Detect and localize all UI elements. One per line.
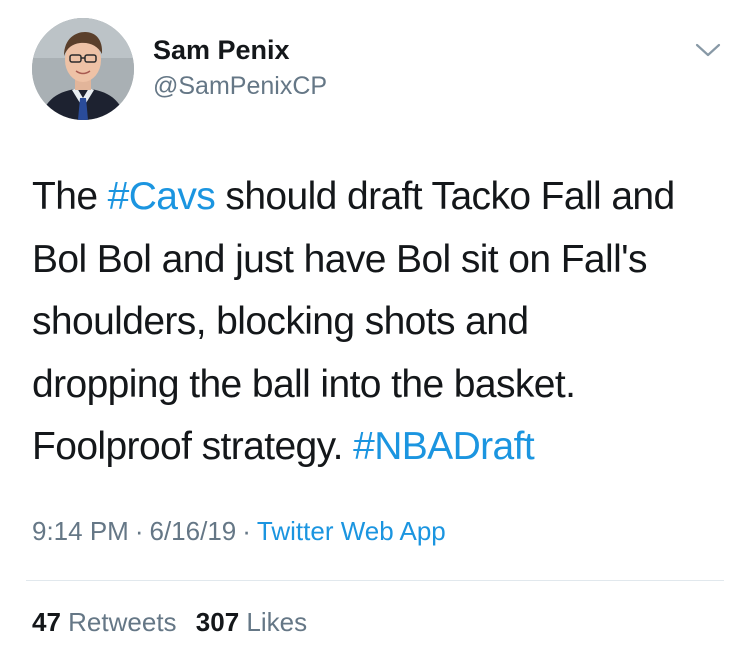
tweet-menu-button[interactable] [694,40,722,60]
hashtag-link[interactable]: #NBADraft [353,425,535,468]
hashtag-link[interactable]: #Cavs [108,175,216,218]
tweet-text-segment: should draft Tacko Fall and [215,175,675,218]
likes-label: Likes [246,607,308,637]
tweet-text-segment: shoulders, blocking shots and [32,300,529,343]
author-handle[interactable]: @SamPenixCP [153,72,327,101]
meta-separator: · [242,516,251,546]
profile-photo-icon [32,18,134,120]
tweet-date[interactable]: 6/16/19 [150,516,237,546]
tweet-source-link[interactable]: Twitter Web App [257,516,446,546]
tweet-text-segment: Bol Bol and just have Bol sit on Fall's [32,237,647,281]
tweet-text-segment: dropping the ball into the basket. [32,362,576,406]
tweet-text-segment: Foolproof strategy. [32,425,354,468]
likes-stat[interactable]: 307 Likes [196,607,307,637]
author-display-name[interactable]: Sam Penix [153,35,290,66]
retweets-count: 47 [32,607,61,637]
tweet-stats: 47 Retweets 307 Likes [32,607,319,638]
tweet-text-segment: The [32,175,108,218]
likes-count: 307 [195,607,240,637]
tweet-meta: 9:14 PM · 6/16/19 · Twitter Web App [32,516,446,547]
tweet-text-line: shoulders, blocking shots and [32,291,732,354]
meta-separator: · [134,516,144,546]
tweet-time[interactable]: 9:14 PM [32,516,129,546]
divider [26,580,724,581]
tweet-text-line: The #Cavs should draft Tacko Fall and [32,166,732,229]
tweet-text: The #Cavs should draft Tacko Fall and Bol… [32,166,732,479]
retweets-stat[interactable]: 47 Retweets [32,607,177,637]
retweets-label: Retweets [68,607,177,637]
tweet-text-line: Foolproof strategy. #NBADraft [32,416,732,479]
tweet-text-line: dropping the ball into the basket. [32,354,732,417]
chevron-down-icon [695,43,721,57]
tweet-text-line: Bol Bol and just have Bol sit on Fall's [32,229,732,292]
tweet-card: Sam Penix @SamPenixCP The #Cavs should d… [0,0,750,657]
avatar[interactable] [32,18,134,120]
